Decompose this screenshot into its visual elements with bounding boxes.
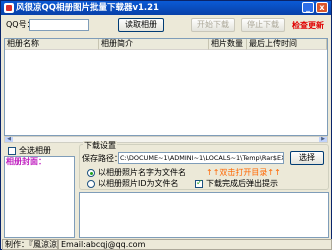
column-photo-count[interactable]: 相片数量 — [209, 39, 247, 50]
window-title: 风很凉QQ相册图片批量下载器v1.21 — [16, 3, 159, 13]
cover-label: 相册封面： — [6, 157, 46, 166]
save-path-input[interactable]: C:\DOCUME~1\ADMINI~1\LOCALS~1\Temp\Rar$E… — [118, 152, 284, 164]
scroll-left-icon[interactable]: ◀ — [5, 137, 13, 142]
scroll-right-icon[interactable]: ▶ — [319, 137, 327, 142]
download-settings-title: 下载设置 — [83, 141, 117, 151]
radio-name-as-filename[interactable] — [87, 169, 95, 177]
save-path-value: C:\DOCUME~1\ADMINI~1\LOCALS~1\Temp\Rar$E… — [120, 154, 284, 162]
close-button[interactable]: x — [316, 2, 328, 13]
minimize-button[interactable]: _ — [302, 2, 314, 13]
album-cover-box — [4, 156, 75, 238]
status-bar: 制作：『風涼涼』 Email:abcqj@qq.com — [2, 239, 332, 250]
status-email: Email:abcqj@qq.com — [58, 239, 332, 250]
popup-after-download-checkbox[interactable] — [195, 178, 203, 188]
stop-download-button[interactable]: 停止下载 — [241, 18, 285, 32]
radio-id-as-filename[interactable] — [87, 180, 95, 188]
status-author: 制作：『風涼涼』 — [2, 239, 58, 250]
column-album-name[interactable]: 相册名称 — [5, 39, 99, 50]
select-all-label[interactable]: 全选相册 — [19, 146, 51, 156]
album-list-scrollbar[interactable]: ◀ ▶ — [4, 136, 328, 143]
radio-name-label[interactable]: 以相册照片名字为文件名 — [98, 168, 186, 178]
qq-input[interactable] — [29, 19, 89, 31]
popup-after-download-label[interactable]: 下载完成后弹出提示 — [206, 179, 278, 189]
browse-button[interactable]: 选择 — [290, 151, 324, 165]
app-icon — [4, 3, 14, 13]
read-albums-button[interactable]: 读取相册 — [118, 18, 164, 32]
album-list-header: 相册名称 相册简介 相片数量 最后上传时间 — [5, 39, 327, 50]
radio-id-label[interactable]: 以相册照片ID为文件名 — [98, 179, 179, 189]
start-download-button[interactable]: 开始下载 — [191, 18, 235, 32]
save-path-label: 保存路径： — [82, 154, 122, 163]
check-update-link[interactable]: 检查更新 — [292, 21, 324, 31]
title-bar: 风很凉QQ相册图片批量下载器v1.21 _ x — [1, 1, 331, 15]
log-output-box[interactable] — [79, 192, 329, 238]
open-dir-hint: ↑↑双击打开目录↑↑ — [206, 168, 281, 177]
column-last-upload[interactable]: 最后上传时间 — [247, 39, 327, 50]
album-list[interactable]: 相册名称 相册简介 相片数量 最后上传时间 — [4, 38, 328, 136]
app-window: 风很凉QQ相册图片批量下载器v1.21 _ x QQ号： 读取相册 开始下载 停… — [0, 0, 332, 250]
select-all-checkbox[interactable] — [8, 147, 16, 155]
column-album-desc[interactable]: 相册简介 — [99, 39, 209, 50]
